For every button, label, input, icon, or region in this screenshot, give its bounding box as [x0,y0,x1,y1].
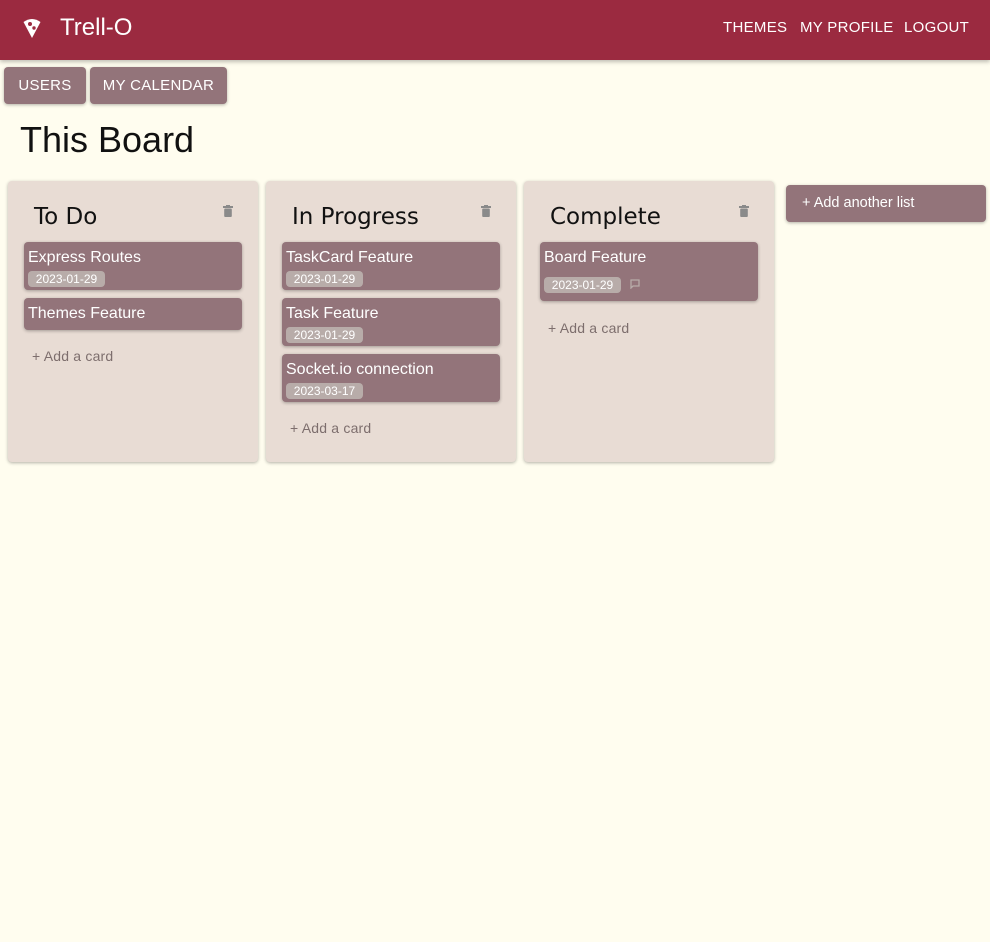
list-title: In Progress [292,204,419,230]
task-card[interactable]: TaskCard Feature 2023-01-29 [282,242,500,290]
task-card[interactable]: Task Feature 2023-01-29 [282,298,500,346]
app-bar: Trell-O THEMES MY PROFILE LOGOUT [0,0,990,60]
list-in-progress: In Progress TaskCard Feature 2023-01-29 … [266,181,516,462]
pizza-icon[interactable] [22,17,42,39]
add-card-button[interactable]: + Add a card [548,320,629,336]
logout-button[interactable]: LOGOUT [904,19,969,37]
due-date-badge: 2023-01-29 [28,271,105,287]
card-title: Themes Feature [28,305,146,322]
card-title: Board Feature [544,249,647,266]
my-profile-button[interactable]: MY PROFILE [800,19,894,37]
card-title: Express Routes [28,249,141,266]
my-calendar-button[interactable]: MY CALENDAR [90,67,227,104]
board-title: This Board [20,119,195,160]
card-title: Task Feature [286,305,379,322]
app-title: Trell-O [60,14,133,41]
trash-icon[interactable] [481,205,491,217]
add-list-button[interactable]: + Add another list [786,185,986,222]
add-card-button[interactable]: + Add a card [32,348,113,364]
task-card[interactable]: Socket.io connection 2023-03-17 [282,354,500,402]
due-date-badge: 2023-03-17 [286,383,363,399]
list-title: Complete [550,204,661,230]
list-complete: Complete Board Feature 2023-01-29 + Add … [524,181,774,462]
due-date-badge: 2023-01-29 [286,327,363,343]
task-card[interactable]: Board Feature 2023-01-29 [540,242,758,301]
themes-button[interactable]: THEMES [723,19,787,37]
due-date-badge: 2023-01-29 [286,271,363,287]
task-card[interactable]: Themes Feature [24,298,242,330]
users-button[interactable]: USERS [4,67,86,104]
trash-icon[interactable] [739,205,749,217]
due-date-badge: 2023-01-29 [544,277,621,293]
task-card[interactable]: Express Routes 2023-01-29 [24,242,242,290]
trash-icon[interactable] [223,205,233,217]
card-title: Socket.io connection [286,361,434,378]
card-title: TaskCard Feature [286,249,414,266]
comment-icon [630,279,640,289]
list-to-do: To Do Express Routes 2023-01-29 Themes F… [8,181,258,462]
list-title: To Do [34,204,98,230]
add-card-button[interactable]: + Add a card [290,420,371,436]
